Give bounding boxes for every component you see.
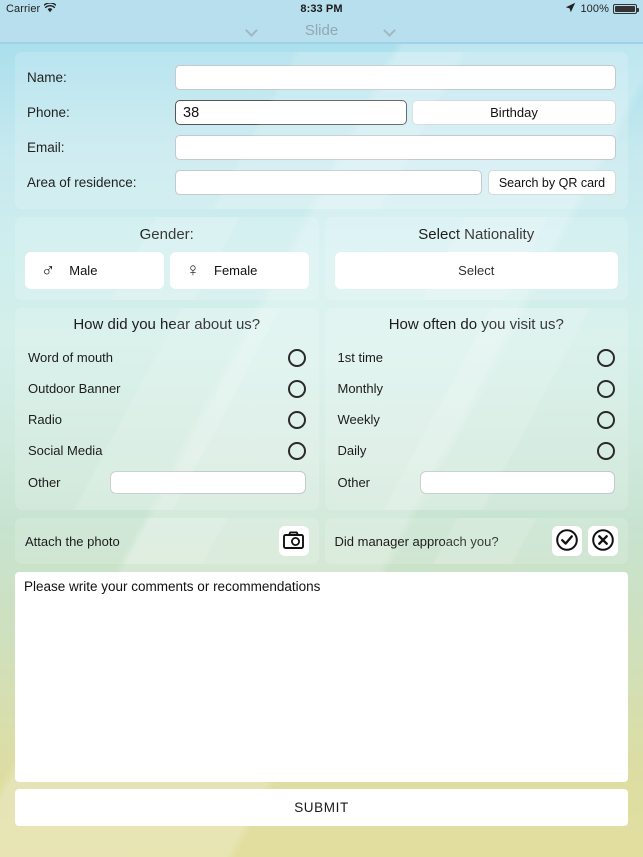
battery-full-icon — [613, 4, 639, 14]
gender-male-label: Male — [69, 263, 98, 278]
birthday-button[interactable]: Birthday — [412, 100, 616, 125]
phone-label: Phone: — [27, 105, 70, 120]
gender-panel: Gender: ♂ Male ♀ Female — [15, 217, 319, 300]
battery-percent-label: 100% — [580, 3, 609, 15]
gender-male-button[interactable]: ♂ Male — [25, 252, 164, 289]
option-row[interactable]: 1st time — [337, 342, 615, 373]
option-label: Radio — [28, 412, 62, 427]
option-row[interactable]: Monthly — [337, 373, 615, 404]
hear-about-us-panel: How did you hear about us? Word of mouth… — [15, 308, 319, 510]
submit-button[interactable]: SUBMIT — [15, 789, 628, 826]
camera-icon-button[interactable] — [278, 526, 309, 556]
option-label: Daily — [337, 443, 367, 458]
manager-no-button[interactable] — [588, 526, 618, 556]
visit-other-row: Other — [337, 467, 615, 498]
name-input[interactable] — [175, 65, 616, 90]
search-by-qr-card-button[interactable]: Search by QR card — [488, 170, 616, 195]
nationality-select-button[interactable]: Select — [334, 252, 618, 289]
male-symbol-icon: ♂ — [41, 260, 56, 281]
hear-about-other-input[interactable] — [110, 471, 306, 494]
status-bar-time: 8:33 PM — [300, 3, 343, 15]
name-row: Name: — [27, 65, 616, 90]
option-row[interactable]: Daily — [337, 435, 615, 466]
email-label: Email: — [27, 140, 65, 155]
name-label: Name: — [27, 70, 67, 85]
radio-button[interactable] — [597, 441, 615, 460]
hear-about-us-title: How did you hear about us? — [73, 316, 261, 333]
status-bar-right: 100% — [565, 2, 639, 16]
camera-icon — [283, 530, 304, 552]
survey-row: How did you hear about us? Word of mouth… — [15, 308, 628, 510]
status-bar: Carrier 8:33 PM 100% — [0, 0, 643, 18]
visit-frequency-title: How often do you visit us? — [388, 316, 564, 333]
form-content: Name: Phone: Birthday Email: Area of res… — [0, 44, 643, 826]
female-symbol-icon: ♀ — [185, 260, 200, 281]
hear-about-other-row: Other — [28, 467, 306, 498]
radio-button[interactable] — [287, 379, 306, 398]
comments-textarea[interactable] — [15, 572, 628, 782]
x-circle-icon — [591, 528, 615, 555]
visit-other-input[interactable] — [419, 471, 615, 494]
navigation-bar: Slide — [0, 18, 643, 44]
chevron-down-icon-left[interactable] — [246, 26, 259, 34]
option-label: 1st time — [337, 350, 384, 365]
gender-female-label: Female — [214, 263, 258, 278]
nationality-panel: Select Nationality Select — [324, 217, 628, 300]
location-arrow-icon — [565, 2, 576, 16]
check-circle-icon — [555, 528, 579, 555]
manager-yes-button[interactable] — [552, 526, 582, 556]
phone-row: Phone: Birthday — [27, 100, 616, 125]
attach-manager-row: Attach the photo Did manager approach yo… — [15, 518, 628, 564]
area-of-residence-input[interactable] — [175, 170, 482, 195]
other-label: Other — [28, 475, 61, 490]
radio-button[interactable] — [597, 410, 615, 429]
option-label: Social Media — [28, 443, 103, 458]
attach-photo-label: Attach the photo — [25, 533, 120, 549]
email-input[interactable] — [175, 135, 616, 160]
area-of-residence-label: Area of residence: — [27, 175, 137, 190]
area-row: Area of residence: Search by QR card — [27, 170, 616, 195]
gender-nationality-row: Gender: ♂ Male ♀ Female Select Nationali… — [15, 217, 628, 300]
option-row[interactable]: Outdoor Banner — [28, 373, 306, 404]
radio-button[interactable] — [597, 348, 615, 367]
gender-female-button[interactable]: ♀ Female — [169, 252, 309, 289]
other-label: Other — [337, 475, 371, 490]
nationality-title: Select Nationality — [418, 226, 535, 243]
visit-frequency-panel: How often do you visit us? 1st time Mont… — [324, 308, 628, 510]
gender-options: ♂ Male ♀ Female — [25, 252, 309, 289]
radio-button[interactable] — [597, 379, 615, 398]
radio-button[interactable] — [287, 348, 306, 367]
contact-info-panel: Name: Phone: Birthday Email: Area of res… — [15, 52, 628, 209]
email-row: Email: — [27, 135, 616, 160]
page-title: Slide — [304, 21, 339, 39]
option-label: Monthly — [337, 381, 384, 396]
option-label: Word of mouth — [28, 350, 114, 365]
attach-photo-panel: Attach the photo — [15, 518, 319, 564]
radio-button[interactable] — [287, 441, 306, 460]
chevron-down-icon-right[interactable] — [384, 26, 397, 34]
option-row[interactable]: Weekly — [337, 404, 615, 435]
option-label: Weekly — [337, 412, 380, 427]
radio-button[interactable] — [287, 410, 306, 429]
option-row[interactable]: Word of mouth — [28, 342, 306, 373]
manager-approach-label: Did manager approach you? — [334, 533, 499, 549]
gender-title: Gender: — [139, 226, 194, 243]
manager-approach-panel: Did manager approach you? — [324, 518, 628, 564]
phone-input[interactable] — [175, 100, 407, 125]
option-row[interactable]: Radio — [28, 404, 306, 435]
option-row[interactable]: Social Media — [28, 435, 306, 466]
option-label: Outdoor Banner — [28, 381, 121, 396]
